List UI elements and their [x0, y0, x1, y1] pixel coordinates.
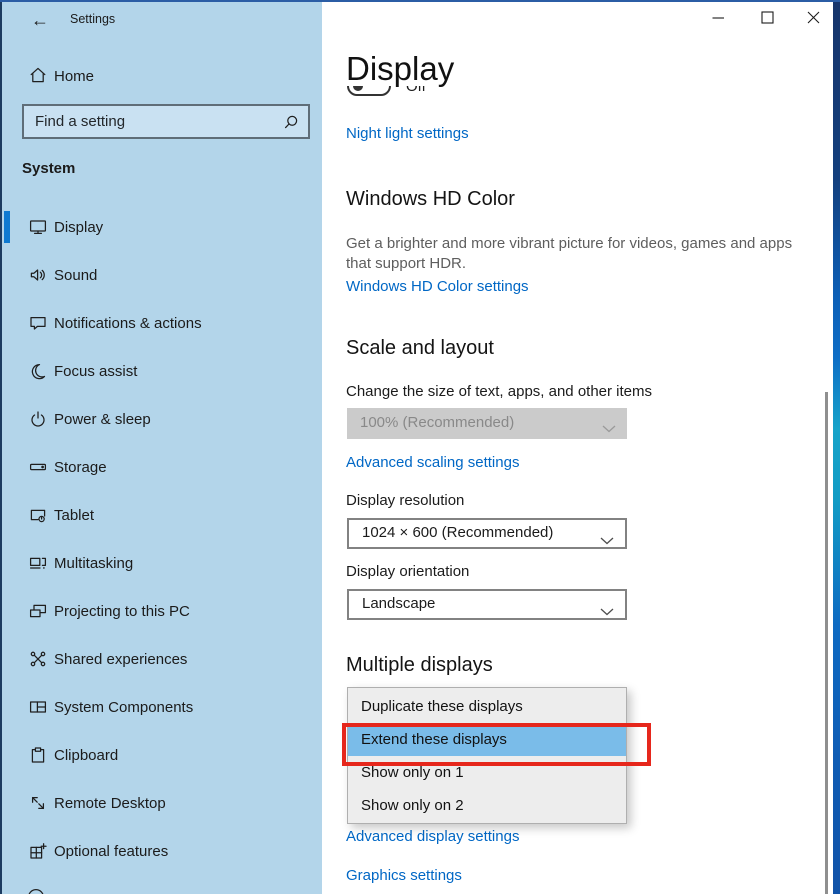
- toggle-state-label: Off: [406, 86, 426, 95]
- sidebar-item-label: System Components: [54, 699, 193, 716]
- system-components-icon: [28, 697, 48, 717]
- graphics-settings-link[interactable]: Graphics settings: [346, 867, 462, 884]
- sidebar-item-power-sleep[interactable]: Power & sleep: [2, 395, 324, 443]
- clipboard-icon: [28, 745, 48, 765]
- hd-color-heading: Windows HD Color: [346, 188, 515, 211]
- tablet-icon: [28, 505, 48, 525]
- scale-dropdown-value: 100% (Recommended): [360, 414, 514, 431]
- hd-color-description: Get a brighter and more vibrant picture …: [346, 234, 816, 274]
- sidebar-item-remote-desktop[interactable]: Remote Desktop: [2, 779, 324, 827]
- home-icon: [28, 65, 48, 85]
- projecting-icon: [28, 601, 48, 621]
- sidebar-item-focus-assist[interactable]: Focus assist: [2, 347, 324, 395]
- sidebar-item-label: Clipboard: [54, 747, 118, 764]
- sidebar-item-label: Tablet: [54, 507, 94, 524]
- sidebar-item-label: Power & sleep: [54, 411, 151, 428]
- sidebar-item-label: Home: [54, 68, 94, 85]
- chevron-down-icon: [602, 420, 616, 437]
- optional-features-icon: [28, 841, 48, 861]
- sidebar-item-label: Multitasking: [54, 555, 133, 572]
- back-button[interactable]: ←: [26, 6, 54, 34]
- main-content: Display Off Night light settings Windows…: [322, 0, 833, 894]
- vertical-scrollbar[interactable]: [825, 392, 828, 894]
- orientation-label: Display orientation: [346, 563, 469, 580]
- focus-assist-icon: [28, 361, 48, 381]
- sidebar-item-label: Sound: [54, 267, 97, 284]
- sidebar-item-sound[interactable]: Sound: [2, 251, 324, 299]
- chevron-down-icon: [600, 603, 614, 620]
- advanced-scaling-link[interactable]: Advanced scaling settings: [346, 454, 519, 471]
- sidebar-item-label: Storage: [54, 459, 107, 476]
- close-button[interactable]: [791, 2, 836, 32]
- sidebar-item-shared-experiences[interactable]: Shared experiences: [2, 635, 324, 683]
- search-placeholder: Find a setting: [35, 113, 125, 130]
- option-show-only-on-1[interactable]: Show only on 1: [348, 756, 626, 789]
- sidebar-item-clipboard[interactable]: Clipboard: [2, 731, 324, 779]
- shared-experiences-icon: [28, 649, 48, 669]
- scale-label: Change the size of text, apps, and other…: [346, 383, 652, 400]
- sidebar-item-display[interactable]: Display: [2, 203, 324, 251]
- sidebar-item-label: Display: [54, 219, 103, 236]
- sound-icon: [28, 265, 48, 285]
- sidebar-item-label: Projecting to this PC: [54, 603, 190, 620]
- search-input[interactable]: Find a setting: [22, 104, 310, 139]
- scale-dropdown: 100% (Recommended): [347, 408, 627, 439]
- sidebar-item-label: Shared experiences: [54, 651, 187, 668]
- sidebar-item-label: Notifications & actions: [54, 315, 202, 332]
- window-border-top: [0, 0, 840, 2]
- night-light-toggle[interactable]: [347, 86, 391, 96]
- remote-desktop-icon: [28, 793, 48, 813]
- titlebar: ← Settings: [2, 0, 322, 40]
- multiple-displays-open-dropdown: Duplicate these displays Extend these di…: [347, 687, 627, 824]
- resolution-dropdown-value: 1024 × 600 (Recommended): [362, 524, 553, 541]
- hd-color-settings-link[interactable]: Windows HD Color settings: [346, 278, 529, 295]
- settings-window: ← Settings Home Find a setting System Di…: [0, 0, 840, 894]
- sidebar-item-multitasking[interactable]: Multitasking: [2, 539, 324, 587]
- page-title: Display: [346, 50, 454, 88]
- maximize-icon: [760, 10, 775, 25]
- about-icon: [26, 884, 46, 894]
- multiple-displays-heading: Multiple displays: [346, 654, 493, 677]
- option-duplicate-these-displays[interactable]: Duplicate these displays: [348, 690, 626, 723]
- power-icon: [28, 409, 48, 429]
- close-icon: [806, 10, 821, 25]
- back-arrow-icon: ←: [31, 10, 49, 30]
- scale-layout-heading: Scale and layout: [346, 337, 494, 360]
- sidebar-item-label: Optional features: [54, 843, 168, 860]
- advanced-display-settings-link[interactable]: Advanced display settings: [346, 828, 519, 845]
- display-icon: [28, 217, 48, 237]
- sidebar-item-tablet[interactable]: Tablet: [2, 491, 324, 539]
- night-light-toggle-clipped: Off: [346, 86, 566, 106]
- sidebar-item-optional-features[interactable]: Optional features: [2, 827, 324, 875]
- multitasking-icon: [28, 553, 48, 573]
- notifications-icon: [28, 313, 48, 333]
- sidebar-item-storage[interactable]: Storage: [2, 443, 324, 491]
- search-icon: [282, 114, 299, 131]
- window-border-right: [833, 0, 840, 894]
- sidebar: ← Settings Home Find a setting System Di…: [0, 0, 322, 894]
- orientation-dropdown-value: Landscape: [362, 595, 435, 612]
- minimize-button[interactable]: [696, 2, 741, 32]
- chevron-down-icon: [600, 532, 614, 549]
- sidebar-item-home[interactable]: Home: [2, 60, 322, 94]
- minimize-icon: [711, 10, 726, 25]
- option-show-only-on-2[interactable]: Show only on 2: [348, 789, 626, 822]
- sidebar-item-label: Focus assist: [54, 363, 137, 380]
- sidebar-item-projecting[interactable]: Projecting to this PC: [2, 587, 324, 635]
- storage-icon: [28, 457, 48, 477]
- night-light-settings-link[interactable]: Night light settings: [346, 125, 469, 142]
- window-border-left: [0, 0, 2, 894]
- resolution-dropdown[interactable]: 1024 × 600 (Recommended): [347, 518, 627, 549]
- sidebar-item-notifications[interactable]: Notifications & actions: [2, 299, 324, 347]
- sidebar-item-system-components[interactable]: System Components: [2, 683, 324, 731]
- resolution-label: Display resolution: [346, 492, 464, 509]
- maximize-button[interactable]: [745, 2, 790, 32]
- sidebar-item-label: Remote Desktop: [54, 795, 166, 812]
- toggle-knob: [353, 86, 363, 91]
- app-title: Settings: [70, 12, 115, 26]
- orientation-dropdown[interactable]: Landscape: [347, 589, 627, 620]
- sidebar-section-system: System: [22, 160, 75, 177]
- option-extend-these-displays[interactable]: Extend these displays: [348, 723, 626, 756]
